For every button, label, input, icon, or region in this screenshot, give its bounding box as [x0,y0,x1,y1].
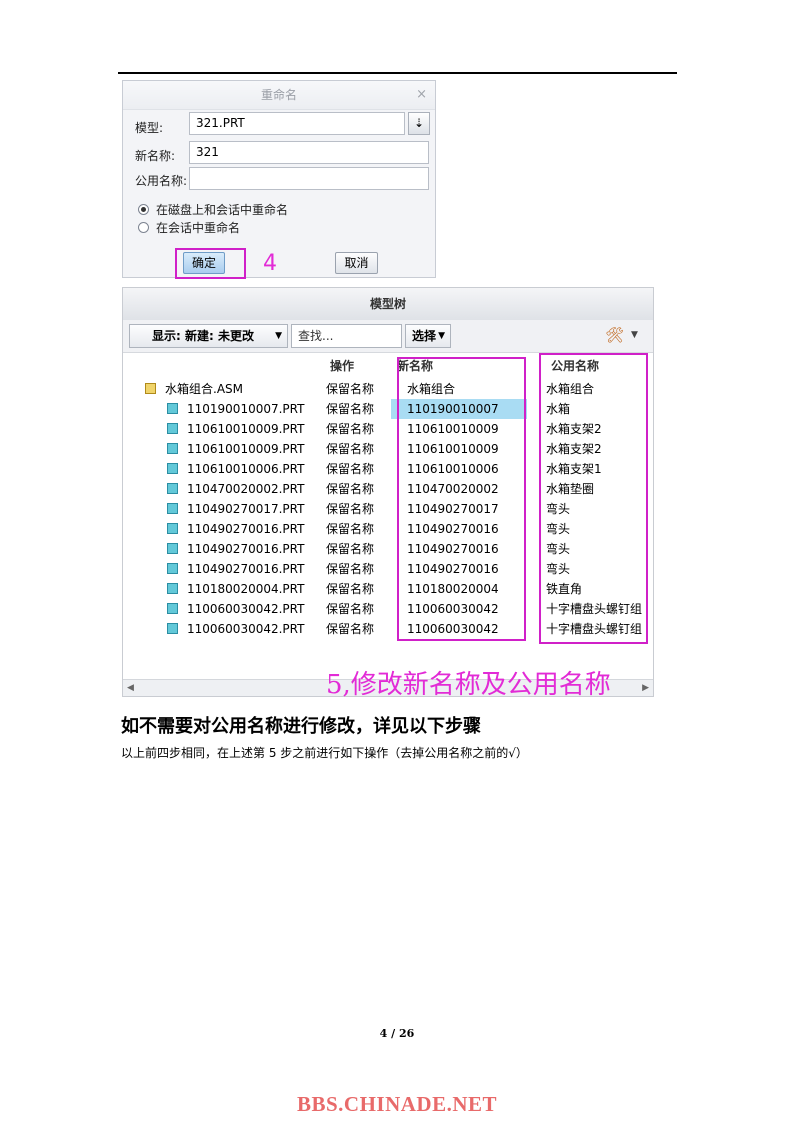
close-icon[interactable]: × [416,81,427,109]
column-operation[interactable]: 操作 [330,354,354,378]
part-icon [167,443,178,454]
select-dropdown[interactable]: 选择 ▼ [405,324,451,348]
ok-highlight-box [175,248,246,279]
page-number: 4 / 26 [379,1027,415,1040]
operation-cell: 保留名称 [326,502,375,516]
cancel-button[interactable]: 取消 [335,252,378,274]
operation-cell: 保留名称 [326,622,375,636]
header-rule [118,72,677,74]
component-name: 110490270017.PRT [187,502,305,516]
tools-chevron-down-icon[interactable]: ▼ [631,330,638,340]
component-name: 110490270016.PRT [187,542,305,556]
model-tree-toolbar: 显示: 新建: 未更改 ▼ 查找... 选择 ▼ 🛠 ▼ [123,320,653,353]
component-name: 水箱组合.ASM [165,382,243,396]
operation-cell: 保留名称 [326,402,375,416]
footer-watermark: BBS.CHINADE.NET [296,1092,498,1116]
part-icon [167,403,178,414]
step-4-marker: 4 [263,251,277,276]
find-input[interactable]: 查找... [291,324,402,348]
radio-disk-label: 在磁盘上和会话中重命名 [156,203,289,217]
show-dropdown-label: 显示: 新建: 未更改 [152,329,254,343]
common-name-field[interactable] [189,167,429,190]
common-name-highlight-box [539,353,648,644]
operation-cell: 保留名称 [326,522,375,536]
new-name-highlight-box [397,357,526,641]
chevron-down-icon: ▼ [275,331,282,341]
instruction-paragraph: 以上前四步相同，在上述第 5 步之前进行如下操作（去掉公用名称之前的√） [121,746,528,760]
operation-cell: 保留名称 [326,582,375,596]
select-label: 选择 [412,329,437,343]
component-name: 110060030042.PRT [187,602,305,616]
new-name-label: 新名称: [135,149,176,163]
tools-icon[interactable]: 🛠 [605,326,624,344]
part-icon [167,543,178,554]
step-5-annotation: 5,修改新名称及公用名称 [326,670,611,700]
model-field[interactable]: 321.PRT [189,112,405,135]
component-name: 110610010009.PRT [187,422,305,436]
part-icon [167,603,178,614]
radio-session-only[interactable] [138,222,149,233]
part-icon [167,623,178,634]
operation-cell: 保留名称 [326,562,375,576]
operation-cell: 保留名称 [326,442,375,456]
scroll-right-icon[interactable]: ▶ [642,683,649,693]
part-icon [167,563,178,574]
operation-cell: 保留名称 [326,602,375,616]
operation-cell: 保留名称 [326,542,375,556]
part-icon [167,423,178,434]
model-label: 模型: [135,121,164,135]
pick-model-icon[interactable]: ⇣ [408,112,430,135]
component-name: 110490270016.PRT [187,562,305,576]
part-icon [167,523,178,534]
model-tree-title: 模型树 [123,288,653,321]
radio-session-label: 在会话中重命名 [156,221,241,235]
radio-disk-and-session[interactable] [138,204,149,215]
assembly-icon [145,383,156,394]
part-icon [167,503,178,514]
common-name-label: 公用名称: [135,174,188,188]
component-name: 110610010006.PRT [187,462,305,476]
component-name: 110610010009.PRT [187,442,305,456]
part-icon [167,583,178,594]
component-name: 110180020004.PRT [187,582,305,596]
component-name: 110060030042.PRT [187,622,305,636]
operation-cell: 保留名称 [326,382,375,396]
part-icon [167,463,178,474]
dialog-title: 重命名 [123,81,435,110]
rename-dialog: 重命名 × 模型: 321.PRT ⇣ 新名称: 321 公用名称: 在磁盘上和… [122,80,436,278]
chevron-down-icon: ▼ [438,331,445,341]
operation-cell: 保留名称 [326,482,375,496]
new-name-field[interactable]: 321 [189,141,429,164]
operation-cell: 保留名称 [326,462,375,476]
component-name: 110190010007.PRT [187,402,305,416]
component-name: 110490270016.PRT [187,522,305,536]
section-heading: 如不需要对公用名称进行修改，详见以下步骤 [121,716,481,737]
part-icon [167,483,178,494]
operation-cell: 保留名称 [326,422,375,436]
component-name: 110470020002.PRT [187,482,305,496]
show-dropdown[interactable]: 显示: 新建: 未更改 ▼ [129,324,288,348]
scroll-left-icon[interactable]: ◀ [127,683,134,693]
